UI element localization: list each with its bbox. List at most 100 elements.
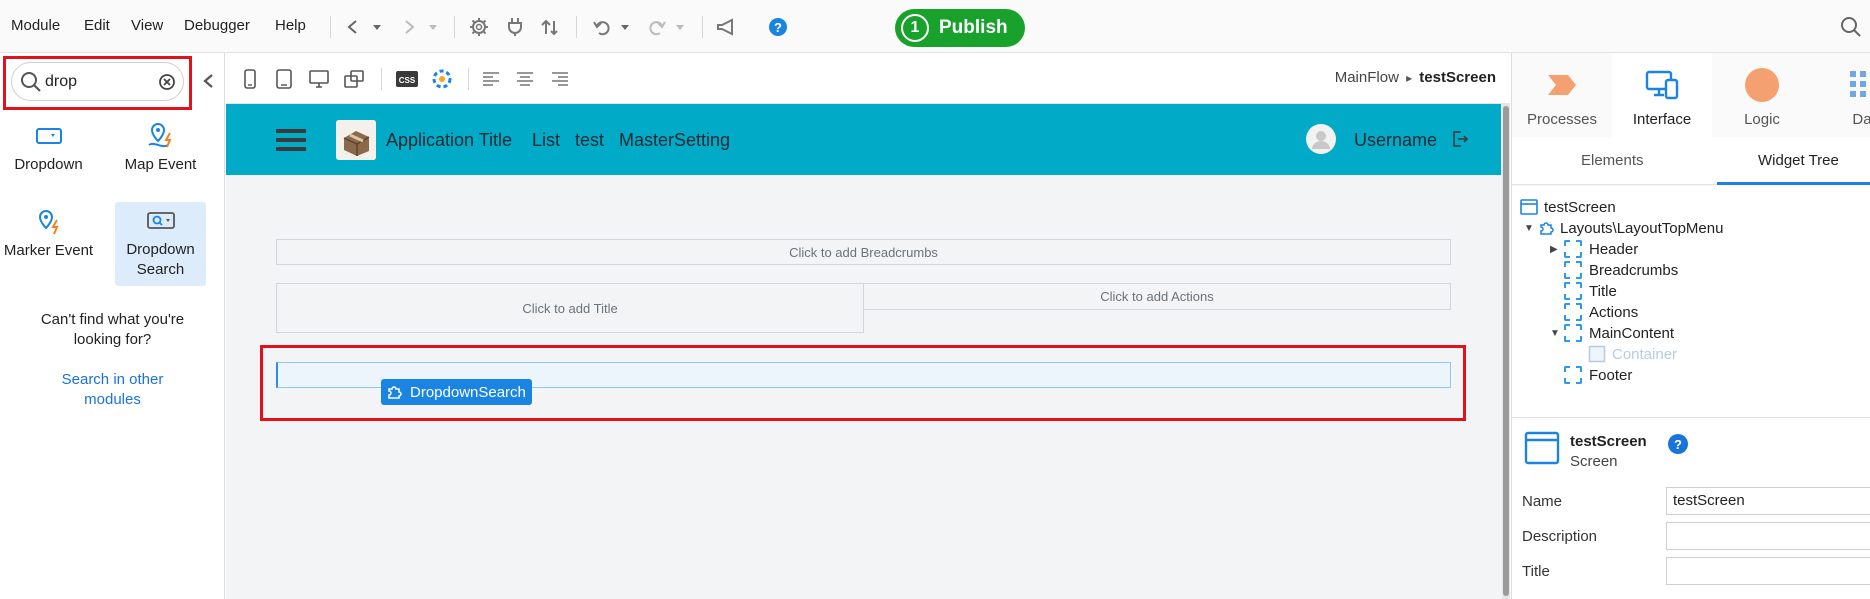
property-label-title: Title [1522, 563, 1550, 580]
tree-node-label: Breadcrumbs [1589, 261, 1679, 279]
nav-link-list[interactable]: List [532, 130, 560, 151]
description-field[interactable] [1666, 522, 1870, 550]
compare-merge-icon[interactable] [537, 14, 563, 40]
align-left-icon[interactable] [479, 67, 503, 91]
tree-node-title[interactable]: Title [1564, 280, 1617, 302]
tree-node-container[interactable]: Container [1588, 343, 1677, 365]
widget-map-event[interactable]: Map Event [115, 117, 206, 201]
tree-node-breadcrumbs[interactable]: Breadcrumbs [1564, 259, 1678, 281]
placeholder-icon [1564, 324, 1582, 342]
breadcrumb-flow[interactable]: MainFlow [1335, 69, 1399, 86]
undo-dropdown-icon[interactable] [612, 14, 638, 40]
phone-preview-icon[interactable] [238, 67, 262, 91]
active-tab-indicator [1717, 182, 1870, 185]
subtab-widget-tree[interactable]: Widget Tree [1758, 152, 1839, 169]
widget-marker-event[interactable]: Marker Event [3, 203, 94, 287]
collapse-panel-icon[interactable] [195, 68, 221, 94]
widget-search-input[interactable] [45, 71, 165, 93]
tab-logic[interactable]: Logic [1712, 53, 1812, 137]
tablet-preview-icon[interactable] [272, 67, 296, 91]
forward-arrow-icon[interactable] [396, 14, 422, 40]
tab-processes[interactable]: Processes [1512, 53, 1612, 137]
desktop-preview-icon[interactable] [307, 67, 331, 91]
megaphone-icon[interactable] [714, 14, 740, 40]
title-field[interactable] [1666, 557, 1870, 585]
search-other-modules-link[interactable]: Search in other modules [40, 370, 185, 410]
name-field[interactable]: testScreen [1666, 487, 1870, 515]
processes-icon [1548, 75, 1576, 95]
right-panel: Processes Interface Logic Da Elements Wi… [1511, 53, 1870, 599]
tree-node-maincontent[interactable]: ▼ MainContent [1550, 322, 1674, 344]
nav-link-mastersetting[interactable]: MasterSetting [619, 130, 730, 151]
tree-node-label: MainContent [1589, 324, 1675, 342]
widget-dropdown-search[interactable]: Dropdown Search [115, 202, 206, 286]
app-header[interactable]: Application Title List test MasterSettin… [226, 104, 1501, 175]
theme-palette-icon[interactable] [430, 67, 454, 91]
search-icon[interactable] [1838, 14, 1864, 40]
dropdown-icon [3, 117, 94, 155]
logic-icon [1745, 68, 1779, 102]
expand-arrow-icon[interactable]: ▼ [1524, 223, 1538, 234]
tab-data[interactable]: Da [1812, 53, 1870, 137]
screen-icon [1524, 431, 1560, 465]
menu-view[interactable]: View [131, 17, 163, 34]
interface-icon [1645, 70, 1679, 100]
expand-arrow-icon[interactable]: ▶ [1550, 244, 1564, 255]
divider [468, 68, 469, 90]
rotate-orientation-icon[interactable] [342, 67, 366, 91]
help-icon[interactable]: ? [765, 14, 791, 40]
clear-search-icon[interactable] [159, 74, 175, 90]
tree-node-actions[interactable]: Actions [1564, 301, 1638, 323]
dragged-widget-label: DropdownSearch [410, 383, 526, 401]
divider [454, 16, 455, 38]
menu-help[interactable]: Help [275, 17, 306, 34]
property-label-description: Description [1522, 528, 1598, 545]
dragged-widget-chip[interactable]: DropdownSearch [381, 379, 532, 405]
logout-icon[interactable] [1452, 130, 1469, 153]
screen-icon [1520, 199, 1538, 215]
menu-edit[interactable]: Edit [84, 17, 110, 34]
placeholder-icon [1564, 261, 1582, 279]
title-placeholder[interactable]: Click to add Title [276, 283, 864, 333]
canvas-scrollbar-thumb[interactable] [1503, 106, 1509, 596]
breadcrumbs-placeholder[interactable]: Click to add Breadcrumbs [276, 239, 1451, 265]
top-menu-bar: Module Edit View Debugger Help ? 1 Publi… [0, 0, 1870, 53]
container-icon [1588, 345, 1606, 363]
back-arrow-icon[interactable] [340, 14, 366, 40]
publish-button[interactable]: 1 Publish [895, 9, 1025, 47]
menu-debugger[interactable]: Debugger [184, 17, 250, 34]
tab-label: Logic [1744, 111, 1780, 128]
redo-dropdown-icon[interactable] [667, 14, 693, 40]
expand-arrow-icon[interactable]: ▼ [1550, 328, 1564, 339]
widget-dropdown[interactable]: Dropdown [3, 117, 94, 201]
plug-icon[interactable] [502, 14, 528, 40]
menu-module[interactable]: Module [11, 17, 60, 34]
app-title: Application Title [386, 130, 513, 150]
screen-canvas[interactable]: Application Title List test MasterSettin… [226, 104, 1510, 599]
properties-title: testScreen [1570, 433, 1647, 450]
gear-icon[interactable] [466, 14, 492, 40]
marker-event-icon [3, 203, 94, 241]
username-label: Username [1354, 130, 1438, 150]
tree-node-testscreen[interactable]: testScreen [1520, 196, 1616, 218]
breadcrumb: MainFlow ▸ testScreen [1335, 69, 1496, 86]
subtab-elements[interactable]: Elements [1581, 152, 1644, 169]
back-dropdown-icon[interactable] [364, 14, 390, 40]
tree-node-layout[interactable]: ▼ Layouts\LayoutTopMenu [1524, 217, 1723, 239]
align-center-icon[interactable] [513, 67, 537, 91]
tree-node-footer[interactable]: Footer [1564, 364, 1632, 386]
actions-placeholder[interactable]: Click to add Actions [863, 283, 1451, 310]
tree-node-header[interactable]: ▶ Header [1550, 238, 1638, 260]
help-icon[interactable]: ? [1668, 434, 1688, 454]
tab-interface[interactable]: Interface [1612, 53, 1712, 137]
properties-subtitle: Screen [1570, 453, 1618, 470]
placeholder-icon [1564, 282, 1582, 300]
nav-link-test[interactable]: test [575, 130, 604, 151]
align-right-icon[interactable] [548, 67, 572, 91]
tree-node-label: testScreen [1544, 198, 1616, 216]
breadcrumb-screen[interactable]: testScreen [1419, 69, 1496, 86]
css-editor-icon[interactable]: CSS [394, 67, 420, 91]
forward-dropdown-icon[interactable] [420, 14, 446, 40]
data-icon [1850, 71, 1866, 97]
tab-label: Da [1852, 111, 1870, 128]
